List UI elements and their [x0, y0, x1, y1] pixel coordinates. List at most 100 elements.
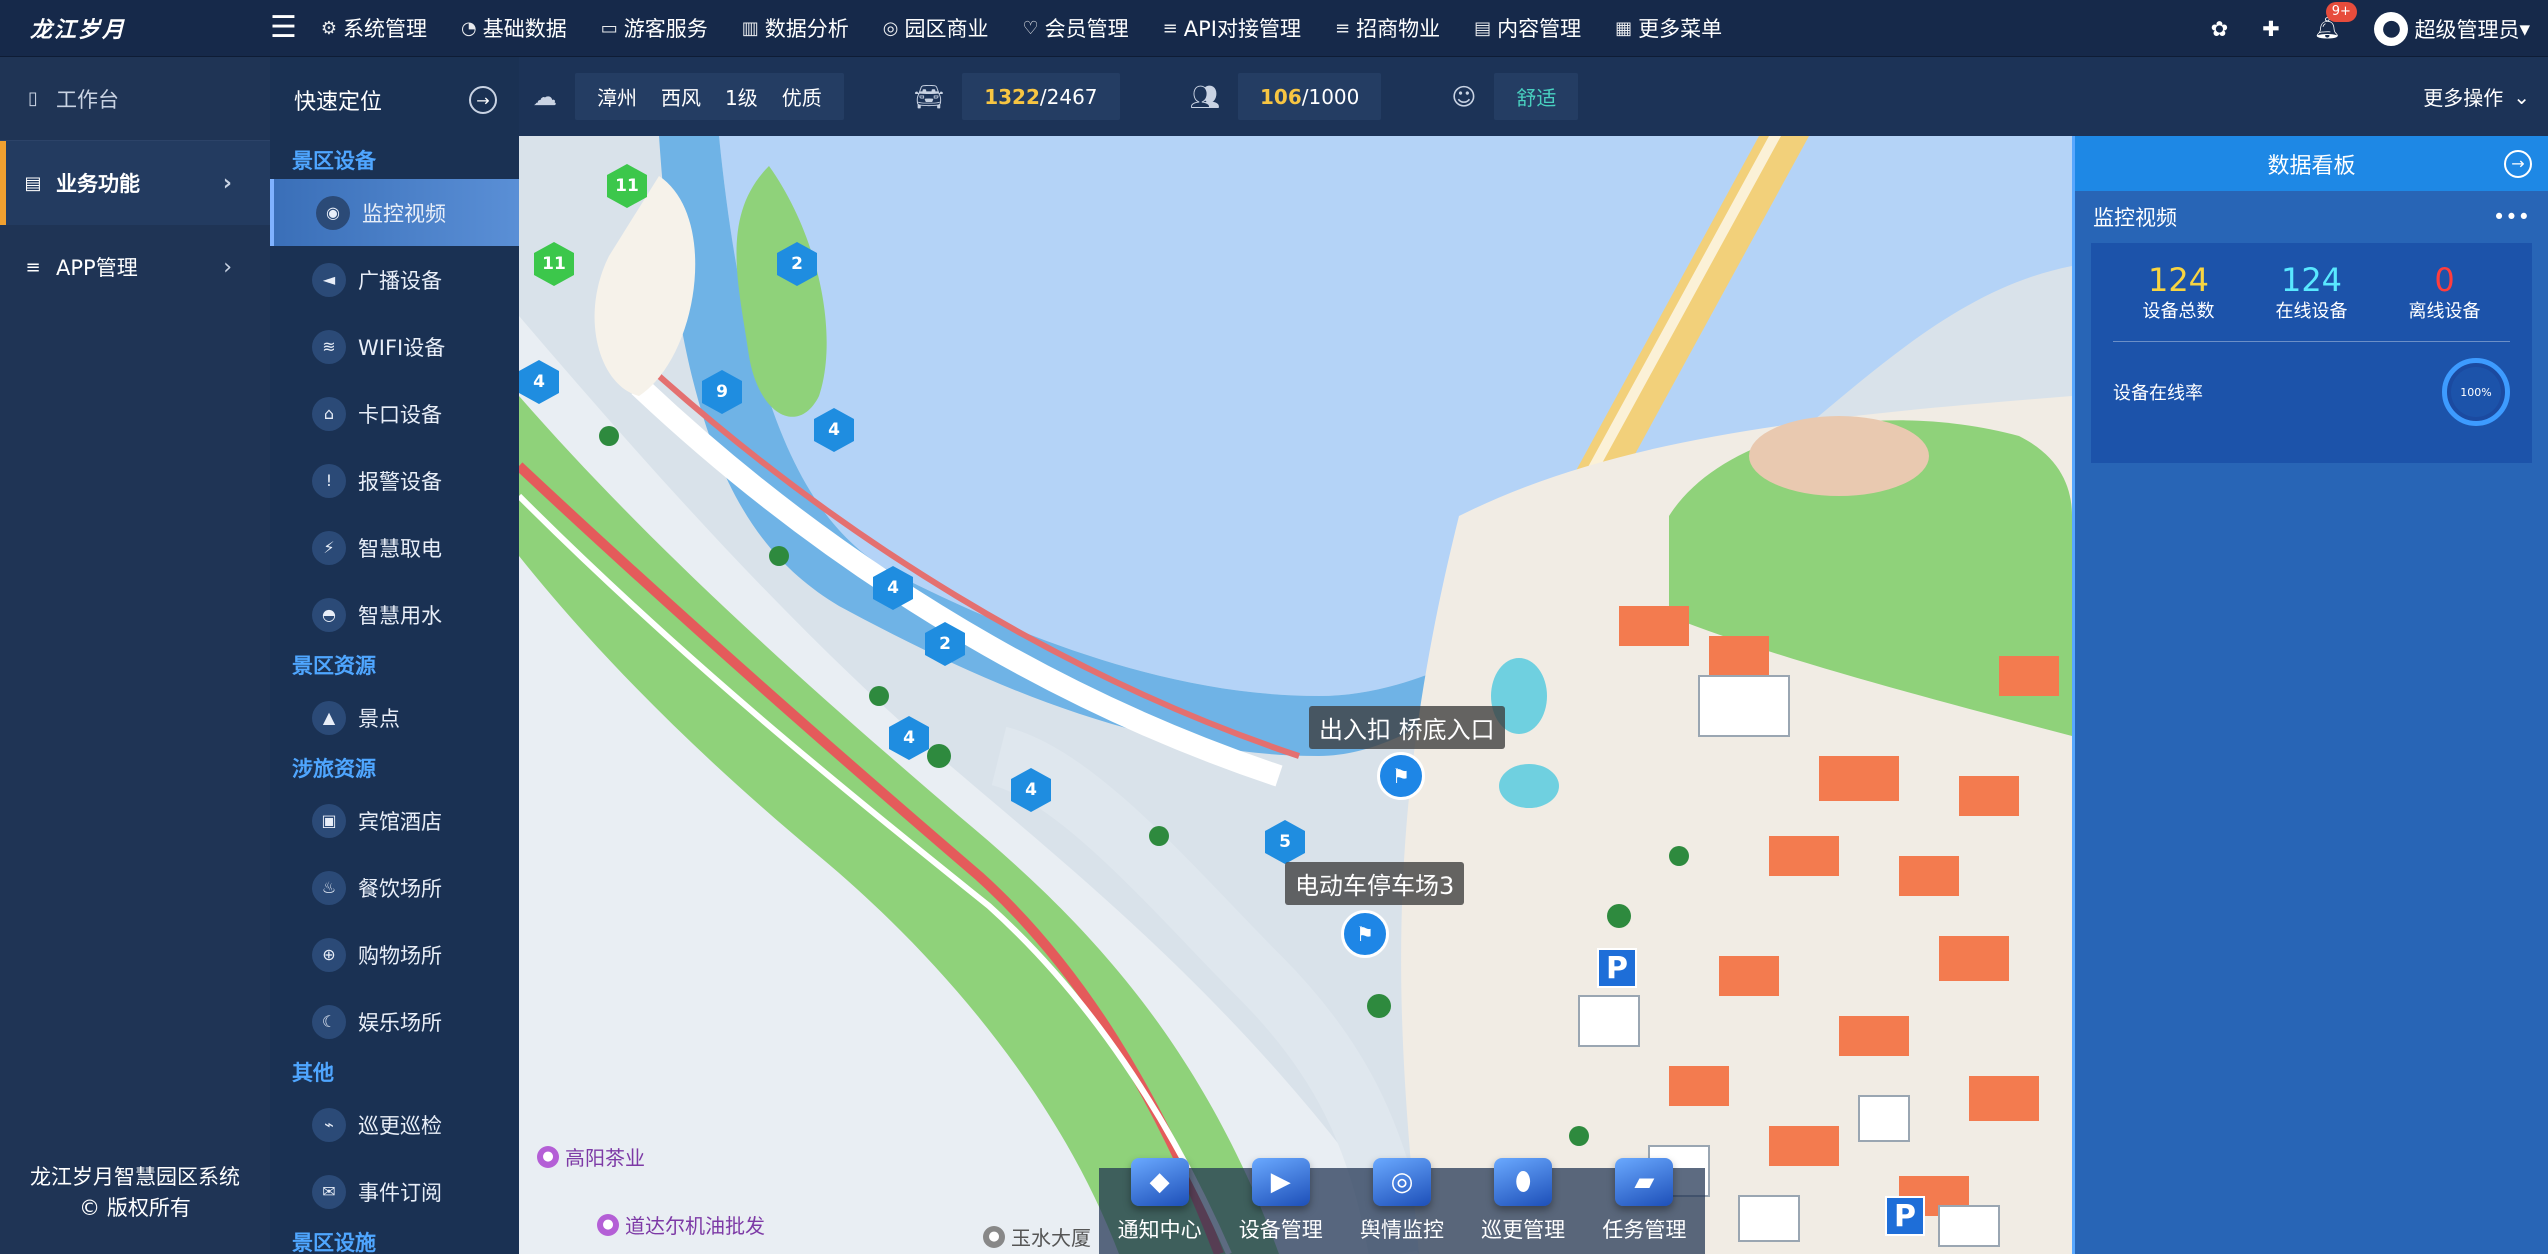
bar-chart-icon: ▥ [741, 17, 759, 39]
document-icon: ▤ [1474, 17, 1492, 39]
topnav-item-visitor[interactable]: ▭ 游客服务 [601, 13, 708, 43]
smile-icon: ☺ [1451, 82, 1477, 111]
topnav-item-member[interactable]: ♡ 会员管理 [1023, 13, 1129, 43]
quick-item-shopping[interactable]: ⊕ 购物场所 [270, 921, 519, 988]
scenic-icon: ▲ [312, 700, 346, 735]
category-label: 景区设备 [292, 149, 376, 173]
cloud-icon: ☁ [533, 82, 557, 111]
more-dots-icon[interactable]: ••• [2493, 205, 2530, 229]
top-bar: 龙江岁月 ☰ ⚙ 系统管理 ◔ 基础数据 ▭ 游客服务 ▥ 数据分析 ◎ 园区商业 ♡ 会员… [0, 0, 2548, 57]
camera-marker-icon[interactable]: ⚑ [1341, 910, 1389, 958]
parking-icon[interactable]: P [1597, 948, 1637, 988]
capsule-icon: ⬮ [1494, 1158, 1553, 1206]
dock-sentiment-monitor[interactable]: ◎ 舆情监控 [1360, 1158, 1444, 1244]
quick-item-events[interactable]: ✉ 事件订阅 [270, 1158, 519, 1225]
top-nav: ⚙ 系统管理 ◔ 基础数据 ▭ 游客服务 ▥ 数据分析 ◎ 园区商业 ♡ 会员管理 ≡ API… [321, 13, 1722, 43]
quick-item-gate[interactable]: ⌂ 卡口设备 [270, 380, 519, 447]
sidebar: ▯ 工作台 ▤ 业务功能 › ≡ APP管理 › 龙江岁月智慧园区系统 © 版权所有 [0, 57, 270, 1254]
quick-item-dining[interactable]: ♨ 餐饮场所 [270, 854, 519, 921]
category-label: 景区设施 [292, 1231, 376, 1254]
topnav-item-api[interactable]: ≡ API对接管理 [1163, 13, 1301, 43]
lens-icon: ◎ [1372, 1158, 1431, 1206]
dock-device-management[interactable]: ▶ 设备管理 [1239, 1158, 1323, 1244]
topnav-item-commerce[interactable]: ◎ 园区商业 [883, 13, 989, 43]
poi-tea[interactable]: ● 高阳茶业 [537, 1142, 645, 1171]
location-pin-icon: ● [983, 1225, 1005, 1248]
stat-total: 124 设备总数 [2142, 261, 2215, 322]
arrow-right-icon[interactable]: → [469, 86, 497, 114]
stat-online: 124 在线设备 [2275, 261, 2348, 322]
sidebar-item-business[interactable]: ▤ 业务功能 › [0, 141, 270, 225]
speaker-icon: ◄ [312, 262, 346, 297]
video-icon: ▶ [1251, 1158, 1310, 1206]
quick-item-broadcast[interactable]: ◄ 广播设备 [270, 246, 519, 313]
topnav-item-analysis[interactable]: ▥ 数据分析 [742, 13, 849, 43]
info-icon: ▤ [24, 172, 42, 194]
people-count-pill: 106/1000 [1237, 73, 1382, 120]
location-pin-icon: ● [597, 1213, 619, 1236]
cart-icon: ⊕ [312, 937, 346, 972]
caret-down-icon: ▾ [2519, 16, 2530, 41]
park-map[interactable]: 11 11 2 4 9 4 4 2 4 4 5 出入扣 桥底入口 ⚑ 电动车停车… [519, 136, 2072, 1254]
cluster-icon[interactable]: ✿ [2211, 17, 2229, 41]
quick-item-alarm[interactable]: ! 报警设备 [270, 447, 519, 514]
quick-item-entertainment[interactable]: ☾ 娱乐场所 [270, 988, 519, 1055]
notification-badge: 9+ [2325, 2, 2357, 22]
camera-icon: ◉ [316, 195, 350, 230]
puzzle-icon[interactable]: ✚ [2262, 17, 2280, 41]
data-dashboard-panel: 数据看板 → 监控视频 ••• 124 设备总数 124 在线设备 0 离线设备 设备… [2072, 136, 2548, 1254]
bar-icon: ▯ [28, 88, 38, 109]
quick-item-power[interactable]: ⚡ 智慧取电 [270, 514, 519, 581]
map-label-parking: 电动车停车场3 [1285, 862, 1465, 905]
topnav-item-system[interactable]: ⚙ 系统管理 [321, 13, 427, 43]
wifi-icon: ≋ [312, 329, 346, 364]
more-actions-dropdown[interactable]: 更多操作 ⌄ [2423, 82, 2530, 111]
comfort-pill: 舒适 [1494, 73, 1579, 120]
folder-icon: ▰ [1615, 1158, 1674, 1206]
user-menu[interactable]: ● 超级管理员 ▾ [2374, 11, 2530, 46]
dock-notice-center[interactable]: ◆ 通知中心 [1118, 1158, 1202, 1244]
gate-icon: ⌂ [312, 396, 346, 431]
topnav-item-more[interactable]: ▦ 更多菜单 [1615, 13, 1722, 43]
weather-pill: 漳州 西风 1级 优质 [575, 73, 844, 120]
bell-icon[interactable]: 🔔︎ 9+ [2314, 2, 2357, 41]
poi-building[interactable]: ● 玉水大厦 [983, 1222, 1091, 1251]
dining-icon: ♨ [312, 870, 346, 905]
quick-item-scenic[interactable]: ▲ 景点 [270, 684, 519, 751]
topnav-item-basic-data[interactable]: ◔ 基础数据 [461, 13, 567, 43]
quick-item-hotel[interactable]: ▣ 宾馆酒店 [270, 787, 519, 854]
bottom-dock: ◆ 通知中心 ▶ 设备管理 ◎ 舆情监控 ⬮ 巡更管理 ▰ 任务管理 [1099, 1158, 1705, 1254]
alarm-icon: ! [312, 463, 346, 498]
chevron-right-icon: › [223, 254, 232, 280]
quick-item-water[interactable]: ◓ 智慧用水 [270, 581, 519, 648]
gear-icon: ⚙ [320, 17, 338, 39]
topnav-item-content[interactable]: ▤ 内容管理 [1474, 13, 1581, 43]
camera-marker-icon[interactable]: ⚑ [1377, 752, 1425, 800]
patrol-icon: ⌁ [312, 1107, 346, 1142]
topnav-item-property[interactable]: ≡ 招商物业 [1335, 13, 1440, 43]
chevron-right-icon: › [222, 170, 232, 196]
quick-item-wifi[interactable]: ≋ WIFI设备 [270, 313, 519, 380]
car-count-pill: 1322/2467 [962, 73, 1120, 120]
online-rate-ring: 100% [2442, 358, 2510, 426]
parking-icon[interactable]: P [1885, 1196, 1925, 1236]
layers-icon: ◆ [1130, 1158, 1189, 1206]
heart-icon: ♡ [1022, 17, 1039, 39]
app-logo[interactable]: 龙江岁月 [0, 12, 270, 44]
sidebar-item-workbench[interactable]: ▯ 工作台 [0, 57, 270, 141]
sidebar-item-app[interactable]: ≡ APP管理 › [0, 225, 270, 309]
menu-toggle-icon[interactable]: ☰ [270, 13, 297, 43]
dock-patrol-management[interactable]: ⬮ 巡更管理 [1481, 1158, 1565, 1244]
quick-item-patrol[interactable]: ⌁ 巡更巡检 [270, 1091, 519, 1158]
grid-icon: ▦ [1615, 17, 1633, 39]
arrow-right-icon[interactable]: → [2504, 149, 2532, 178]
poi-oil[interactable]: ● 道达尔机油批发 [597, 1210, 765, 1239]
people-icon: 👥︎ [1189, 82, 1220, 111]
category-label: 其他 [292, 1061, 334, 1085]
moon-icon: ☾ [312, 1004, 346, 1039]
quick-item-cctv[interactable]: ◉ 监控视频 [270, 179, 519, 246]
map-illustration [519, 136, 2072, 1254]
dock-task-management[interactable]: ▰ 任务管理 [1602, 1158, 1686, 1244]
online-rate-row: 设备在线率 100% [2113, 358, 2510, 426]
map-label-gate: 出入扣 桥底入口 [1309, 706, 1505, 749]
